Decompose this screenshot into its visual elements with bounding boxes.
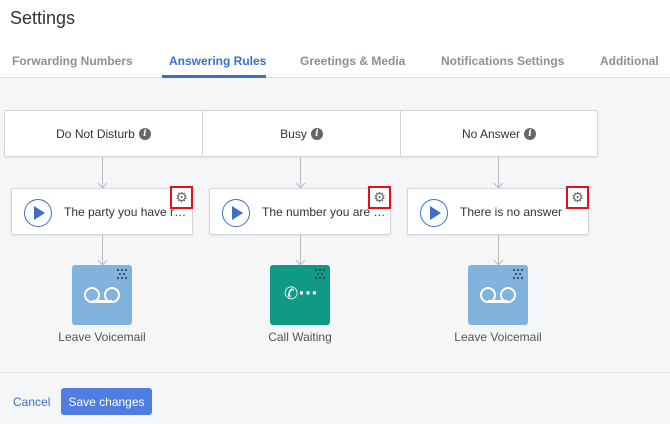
call-waiting-icon: ✆··· [284, 284, 318, 304]
info-icon[interactable]: i [310, 127, 323, 140]
gear-icon: ⚙ [175, 189, 188, 206]
tab-answering-rules[interactable]: Answering Rules [169, 54, 266, 68]
tab-greetings-media[interactable]: Greetings & Media [300, 54, 405, 68]
condition-label: Do Not Disturb [56, 126, 135, 141]
footer-divider [0, 372, 670, 373]
save-changes-button[interactable]: Save changes [61, 388, 152, 415]
play-icon[interactable] [24, 199, 52, 227]
condition-label: Busy [280, 126, 307, 141]
tab-forwarding-numbers[interactable]: Forwarding Numbers [12, 54, 133, 68]
greeting-settings-button[interactable]: ⚙ [170, 186, 193, 209]
greeting-settings-button[interactable]: ⚙ [566, 186, 589, 209]
condition-busy: Busy i [202, 111, 400, 156]
cancel-link[interactable]: Cancel [13, 395, 50, 409]
greeting-card-busy[interactable]: The number you are calling is busy [209, 188, 391, 235]
action-label: Leave Voicemail [58, 330, 146, 344]
gear-icon: ⚙ [373, 189, 386, 206]
tab-notifications-settings[interactable]: Notifications Settings [441, 54, 564, 68]
tab-additional[interactable]: Additional [600, 54, 659, 68]
gear-icon: ⚙ [571, 189, 584, 206]
condition-no-answer: No Answer i [400, 111, 597, 156]
play-icon[interactable] [420, 199, 448, 227]
condition-label: No Answer [461, 126, 521, 141]
drag-handle-icon[interactable] [513, 269, 523, 279]
voicemail-icon [84, 287, 120, 303]
voicemail-icon [480, 287, 516, 303]
greeting-card-no-answer[interactable]: There is no answer [407, 188, 589, 235]
condition-do-not-disturb: Do Not Disturb i [5, 111, 202, 156]
action-tile-call-waiting[interactable]: ✆··· [270, 265, 330, 325]
greeting-settings-button[interactable]: ⚙ [368, 186, 391, 209]
action-tile-leave-voicemail[interactable] [468, 265, 528, 325]
info-icon[interactable]: i [138, 127, 151, 140]
play-icon[interactable] [222, 199, 250, 227]
drag-handle-icon[interactable] [117, 269, 127, 279]
action-tile-leave-voicemail[interactable] [72, 265, 132, 325]
tab-bar: Forwarding Numbers Answering Rules Greet… [0, 46, 670, 78]
info-icon[interactable]: i [524, 127, 537, 140]
drag-handle-icon[interactable] [315, 269, 325, 279]
rule-conditions-header: Do Not Disturb i Busy i No Answer i [4, 110, 598, 157]
page-title: Settings [10, 8, 76, 28]
action-label: Leave Voicemail [454, 330, 542, 344]
greeting-card-do-not-disturb[interactable]: The party you have reached is not availa… [11, 188, 193, 235]
action-label: Call Waiting [268, 330, 332, 344]
